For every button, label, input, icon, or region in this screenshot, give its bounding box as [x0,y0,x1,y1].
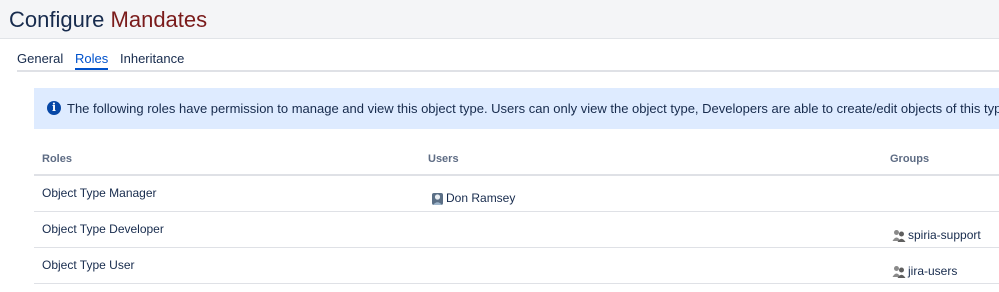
table-row-object-type-manager: Object Type Manager Don Ramsey [34,176,999,212]
page-title: Configure Mandates [9,6,207,34]
group-entry[interactable]: jira-users [892,264,958,279]
role-name: Object Type User [42,258,135,272]
page-header: Configure Mandates [0,0,999,39]
group-name: jira-users [908,264,958,278]
page-title-object-name: Mandates [110,7,208,32]
tab-bar: General Roles Inheritance [17,50,999,72]
user-entry[interactable]: Don Ramsey [431,191,515,206]
group-icon [892,230,906,243]
tab-inheritance[interactable]: Inheritance [120,50,184,68]
user-name: Don Ramsey [446,191,516,205]
info-icon: i [47,101,61,115]
tab-roles[interactable]: Roles [75,50,109,70]
table-row-object-type-developer: Object Type Developer spiria-support [34,212,999,248]
role-name: Object Type Manager [42,186,157,200]
table-row-object-type-user: Object Type User jira-users [34,248,999,284]
info-message-text: The following roles have permission to m… [67,101,999,116]
column-header-roles: Roles [42,153,72,165]
group-name: spiria-support [908,228,981,242]
tab-general[interactable]: General [17,50,63,68]
group-icon [892,266,906,279]
page-title-prefix: Configure [9,7,111,32]
table-header: Roles Users Groups [34,145,999,176]
column-header-users: Users [428,153,459,165]
group-entry[interactable]: spiria-support [892,228,981,243]
column-header-groups: Groups [890,153,930,165]
role-name: Object Type Developer [42,222,164,236]
info-message: i The following roles have permission to… [34,88,999,129]
user-avatar-icon [432,192,443,205]
